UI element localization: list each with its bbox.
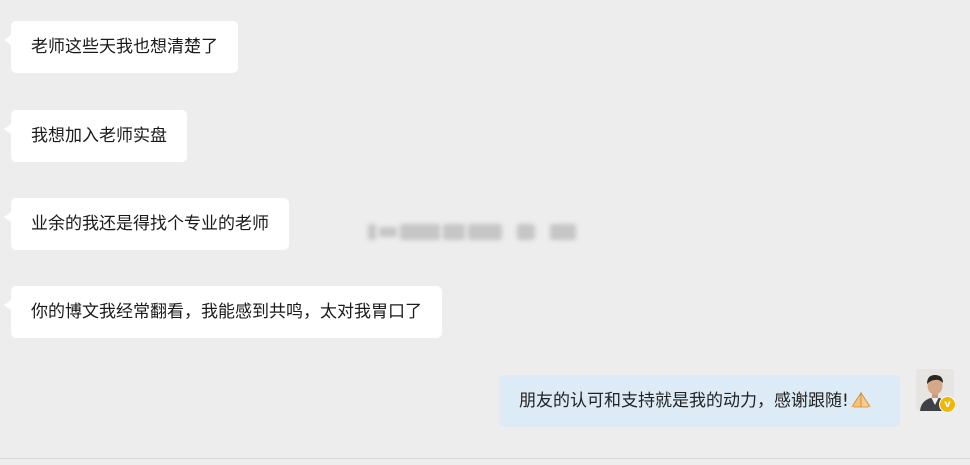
message-bubble-incoming[interactable]: 老师这些天我也想清楚了 — [4, 21, 238, 73]
praying-hands-icon — [850, 377, 872, 408]
message-bubble-incoming[interactable]: 你的博文我经常翻看，我能感到共鸣，太对我胃口了 — [4, 286, 442, 338]
verified-badge: v — [939, 396, 956, 413]
message-text: 我想加入老师实盘 — [31, 126, 167, 146]
message-bubble-outgoing[interactable]: 朋友的认可和支持就是我的动力，感谢跟随! — [499, 375, 900, 427]
chat-message-area: 老师这些天我也想清楚了 我想加入老师实盘 业余的我还是得找个专业的老师 你的博文… — [0, 0, 970, 465]
message-text: 你的博文我经常翻看，我能感到共鸣，太对我胃口了 — [31, 302, 422, 322]
divider — [0, 458, 970, 459]
avatar[interactable]: v — [916, 369, 956, 413]
message-text: 业余的我还是得找个专业的老师 — [31, 214, 269, 234]
message-bubble-incoming[interactable]: 我想加入老师实盘 — [4, 110, 187, 162]
message-bubble-incoming[interactable]: 业余的我还是得找个专业的老师 — [4, 198, 289, 250]
redacted-watermark — [368, 216, 598, 248]
message-text: 老师这些天我也想清楚了 — [31, 37, 218, 57]
message-text: 朋友的认可和支持就是我的动力，感谢跟随! — [519, 391, 849, 411]
